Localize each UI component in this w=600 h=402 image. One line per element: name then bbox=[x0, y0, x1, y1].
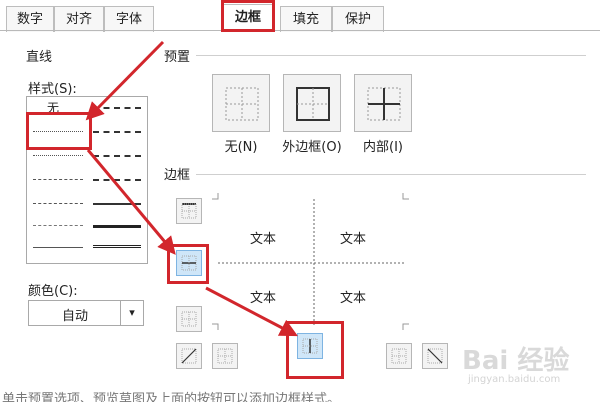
border-left-icon bbox=[217, 348, 233, 364]
preset-inside-label: 内部(I) bbox=[363, 140, 403, 155]
preset-inside-icon bbox=[367, 87, 401, 121]
presets-title: 预置 bbox=[164, 50, 191, 65]
preset-none-button[interactable] bbox=[212, 74, 270, 132]
border-top-icon bbox=[181, 203, 197, 219]
line-style-slant-dash-dot[interactable] bbox=[93, 131, 141, 133]
line-style-selected-highlight bbox=[26, 112, 92, 150]
chevron-down-icon[interactable]: ▾ bbox=[120, 301, 143, 325]
inside-horizontal-highlight bbox=[167, 244, 209, 284]
tab-border-highlight bbox=[221, 0, 275, 32]
line-style-dotted[interactable] bbox=[33, 155, 83, 156]
tab-font[interactable]: 字体 bbox=[104, 6, 154, 32]
border-preview[interactable]: 文本 文本 文本 文本 bbox=[212, 191, 409, 332]
border-right-icon bbox=[391, 348, 407, 364]
tab-number[interactable]: 数字 bbox=[6, 6, 54, 32]
preset-inside-button[interactable] bbox=[354, 74, 412, 132]
border-bottom-icon bbox=[181, 311, 197, 327]
preview-text-top-left: 文本 bbox=[250, 232, 277, 247]
border-diagonal-up-button[interactable] bbox=[176, 343, 202, 369]
border-section-title: 边框 bbox=[164, 168, 191, 183]
border-diagonal-down-icon bbox=[427, 348, 443, 364]
preset-none-label: 无(N) bbox=[224, 140, 258, 155]
preset-none-icon bbox=[225, 87, 259, 121]
line-style-dash-dot[interactable] bbox=[33, 203, 83, 204]
line-style-dashed[interactable] bbox=[33, 225, 83, 226]
line-style-medium-dash-dot-dot[interactable] bbox=[93, 107, 141, 109]
preset-outline-label: 外边框(O) bbox=[282, 140, 342, 155]
tab-protection[interactable]: 保护 bbox=[332, 6, 384, 32]
line-style-dash-dot-dot[interactable] bbox=[33, 179, 83, 180]
line-style-medium-dash-dot[interactable] bbox=[93, 155, 141, 157]
preview-text-bottom-left: 文本 bbox=[250, 291, 277, 306]
preset-outline-icon bbox=[296, 87, 330, 121]
border-top-button[interactable] bbox=[176, 198, 202, 224]
tab-fill[interactable]: 填充 bbox=[280, 6, 332, 32]
tab-divider bbox=[0, 30, 600, 31]
inside-vertical-highlight bbox=[286, 321, 344, 379]
presets-divider bbox=[196, 55, 586, 56]
line-section-title: 直线 bbox=[26, 50, 53, 65]
border-diagonal-up-icon bbox=[181, 348, 197, 364]
line-style-thin[interactable] bbox=[33, 247, 83, 248]
baidu-watermark: Bai 经验 jingyan.baidu.com bbox=[462, 340, 594, 390]
preset-outline-button[interactable] bbox=[283, 74, 341, 132]
tab-bar: 数字 对齐 字体 边框 填充 保护 bbox=[6, 3, 600, 32]
line-style-medium[interactable] bbox=[93, 203, 141, 205]
preview-text-top-right: 文本 bbox=[340, 232, 367, 247]
preview-text-bottom-right: 文本 bbox=[340, 291, 367, 306]
color-select-value: 自动 bbox=[61, 309, 88, 324]
border-divider bbox=[196, 174, 586, 175]
line-style-double[interactable] bbox=[93, 245, 141, 248]
line-style-thick[interactable] bbox=[93, 225, 141, 228]
color-select[interactable]: 自动 ▾ bbox=[28, 300, 144, 326]
border-bottom-button[interactable] bbox=[176, 306, 202, 332]
preview-grid bbox=[212, 193, 409, 330]
border-left-button[interactable] bbox=[212, 343, 238, 369]
watermark-url: jingyan.baidu.com bbox=[468, 374, 561, 385]
border-diagonal-down-button[interactable] bbox=[422, 343, 448, 369]
color-label: 颜色(C): bbox=[28, 284, 78, 299]
border-right-button[interactable] bbox=[386, 343, 412, 369]
style-label: 样式(S): bbox=[28, 82, 77, 97]
watermark-logo: Bai 经验 bbox=[462, 346, 570, 376]
tab-alignment[interactable]: 对齐 bbox=[54, 6, 104, 32]
line-style-medium-dashed[interactable] bbox=[93, 179, 141, 181]
